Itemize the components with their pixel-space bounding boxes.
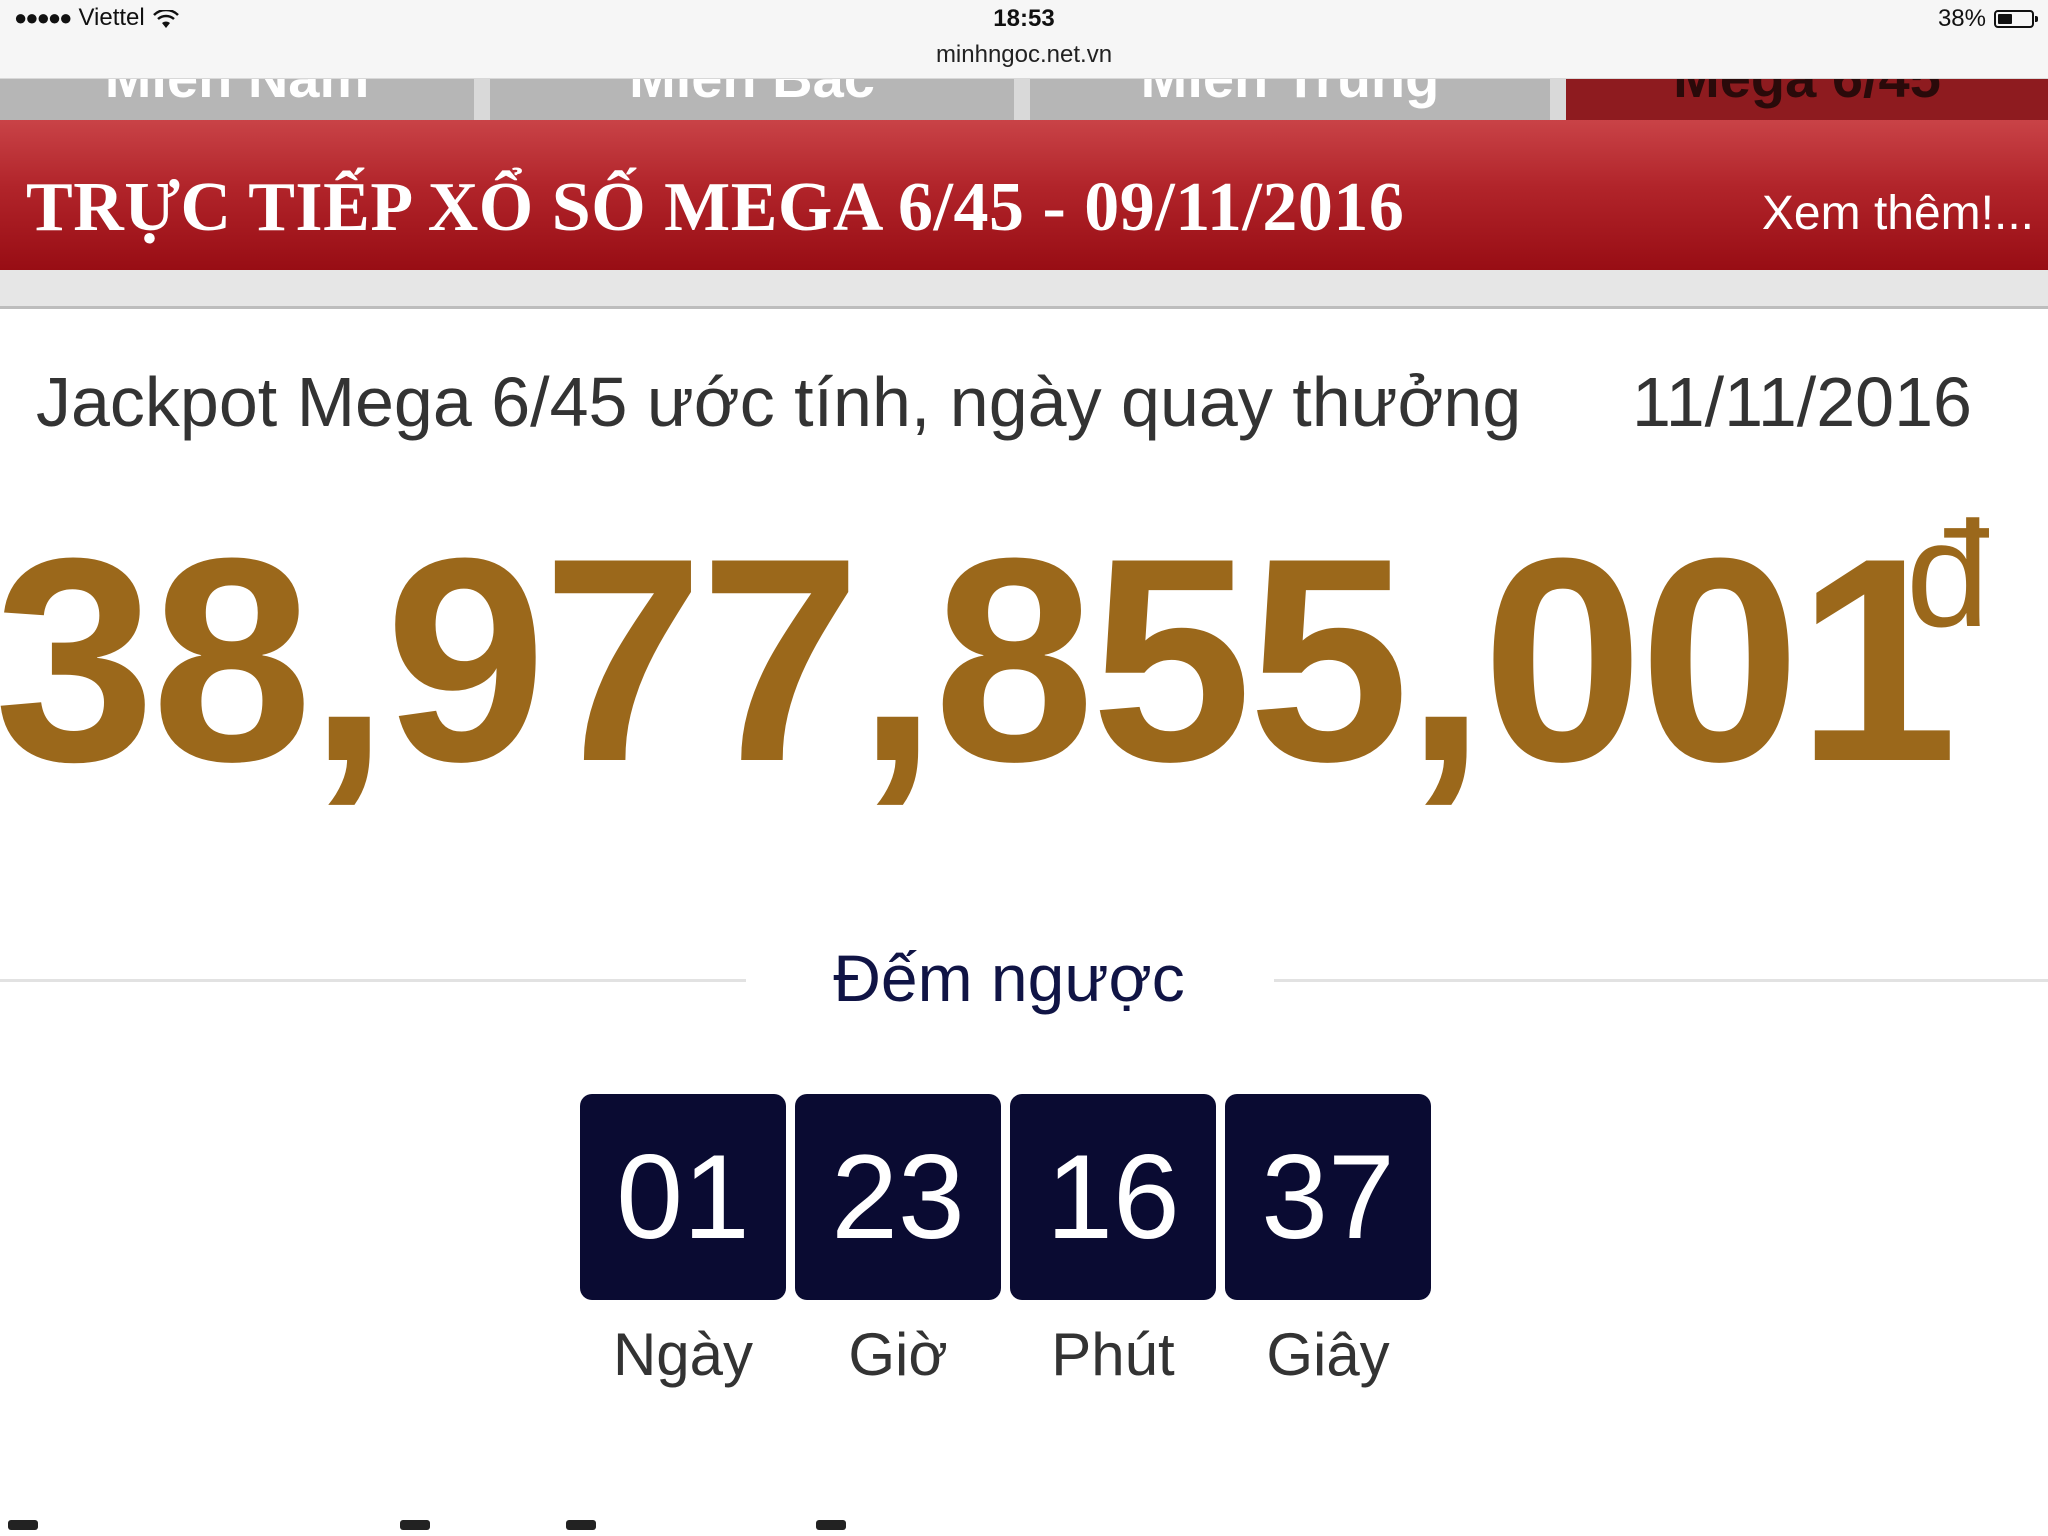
label-days: Ngày xyxy=(612,1321,754,1388)
label-seconds: Giây xyxy=(1266,1321,1390,1388)
countdown-seconds: 37 xyxy=(1225,1094,1431,1300)
countdown-hours: 23 xyxy=(795,1094,1001,1300)
countdown-title: Đếm ngược xyxy=(833,941,1185,1015)
battery-icon xyxy=(1994,10,2038,28)
jackpot-caption: Jackpot Mega 6/45 ước tính, ngày quay th… xyxy=(36,363,1522,441)
countdown-minutes: 16 xyxy=(1010,1094,1216,1300)
label-minutes: Phút xyxy=(1051,1321,1175,1388)
currency-symbol: đ xyxy=(1906,490,1990,658)
countdown-timer: 01 23 16 37 xyxy=(580,1094,1431,1300)
region-tabs: Miền Nam Miền Bắc Miền Trung Mega 6/45 xyxy=(0,79,2048,120)
cut-off-content xyxy=(0,1516,2048,1536)
tab-mien-nam[interactable]: Miền Nam xyxy=(0,79,474,120)
tab-mien-trung[interactable]: Miền Trung xyxy=(1030,79,1550,120)
label-hours: Giờ xyxy=(848,1321,948,1388)
address-bar-url[interactable]: minhngoc.net.vn xyxy=(0,41,2048,69)
tab-mien-bac[interactable]: Miền Bắc xyxy=(490,79,1014,120)
countdown-labels: Ngày Giờ Phút Giây xyxy=(580,1320,1431,1389)
banner-shadow xyxy=(0,270,2048,309)
see-more-link[interactable]: Xem thêm!... xyxy=(1762,186,2034,241)
status-time: 18:53 xyxy=(993,5,1055,32)
banner-title: TRỰC TIẾP XỔ SỐ MEGA 6/45 - 09/11/2016 xyxy=(26,169,1405,246)
jackpot-draw-date: 11/11/2016 xyxy=(1632,363,1972,441)
status-bar: ●●●●● Viettel 18:53 minhngoc.net.vn 38% xyxy=(0,0,2048,79)
battery-percent: 38% xyxy=(1937,5,1986,32)
jackpot-amount: 38,977,855,001 xyxy=(0,498,1958,822)
countdown-days: 01 xyxy=(580,1094,786,1300)
status-right: 38% xyxy=(1937,5,2038,33)
tab-mega-645[interactable]: Mega 6/45 xyxy=(1566,79,2048,120)
